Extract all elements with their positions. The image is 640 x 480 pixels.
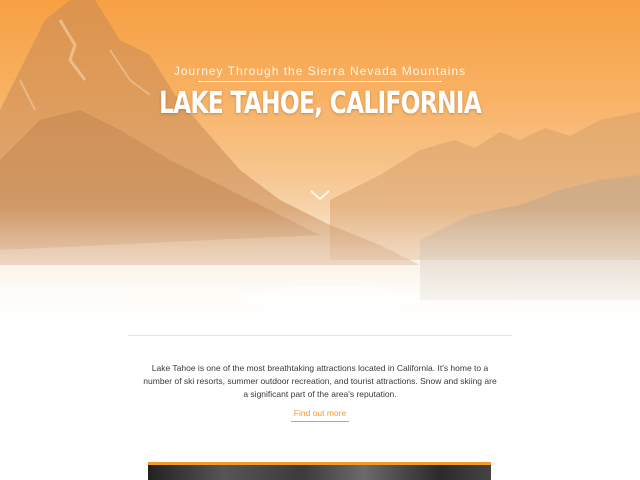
featured-image-card[interactable] xyxy=(148,462,491,480)
hero-banner: Journey Through the Sierra Nevada Mounta… xyxy=(0,0,640,335)
hero-eyebrow: Journey Through the Sierra Nevada Mounta… xyxy=(173,64,467,78)
section-divider xyxy=(128,335,512,336)
eyebrow-underline xyxy=(198,81,442,82)
intro-text: Lake Tahoe is one of the most breathtaki… xyxy=(143,362,497,399)
hero-fade-overlay xyxy=(0,0,640,335)
featured-image xyxy=(148,465,491,480)
scroll-down-button[interactable] xyxy=(308,186,332,204)
chevron-down-icon xyxy=(310,190,330,201)
find-out-more-link[interactable]: Find out more xyxy=(291,408,349,422)
page-title: LAKE TAHOE, CALIFORNIA xyxy=(158,86,482,121)
